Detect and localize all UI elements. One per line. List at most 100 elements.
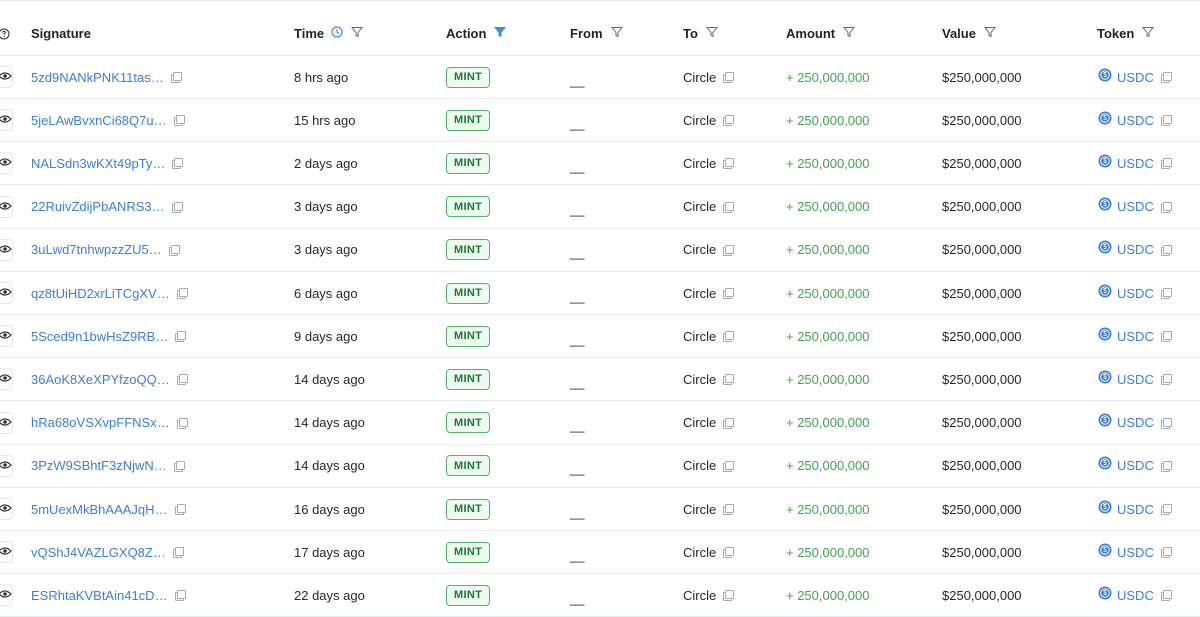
view-details-button[interactable] bbox=[0, 325, 13, 348]
copy-signature-icon[interactable] bbox=[172, 547, 184, 559]
view-details-button[interactable] bbox=[0, 282, 13, 304]
from-filter-icon[interactable] bbox=[610, 25, 623, 43]
time-filter-icon[interactable] bbox=[351, 25, 364, 43]
token-filter-icon[interactable] bbox=[1142, 25, 1155, 43]
action-filter-icon-active[interactable] bbox=[494, 25, 507, 43]
copy-signature-icon[interactable] bbox=[168, 244, 180, 256]
signature-link[interactable]: 36AoK8XeXPYfzoQQ… bbox=[31, 372, 170, 387]
view-details-button[interactable] bbox=[0, 152, 13, 175]
view-details-button[interactable] bbox=[0, 109, 13, 132]
value-filter-icon[interactable] bbox=[983, 25, 997, 43]
copy-signature-icon[interactable] bbox=[174, 590, 186, 602]
to-text[interactable]: Circle bbox=[683, 156, 716, 171]
copy-to-icon[interactable] bbox=[723, 460, 735, 472]
copy-token-icon[interactable] bbox=[1160, 417, 1172, 429]
copy-signature-icon[interactable] bbox=[171, 201, 183, 213]
help-icon[interactable] bbox=[0, 12, 10, 55]
copy-token-icon[interactable] bbox=[1160, 331, 1172, 343]
view-details-button[interactable] bbox=[0, 368, 13, 391]
clock-icon[interactable] bbox=[331, 25, 343, 43]
copy-token-icon[interactable] bbox=[1160, 244, 1172, 256]
copy-token-icon[interactable] bbox=[1160, 504, 1172, 515]
copy-to-icon[interactable] bbox=[723, 72, 735, 83]
signature-link[interactable]: 5zd9NANkPNK11tas… bbox=[31, 70, 164, 85]
copy-signature-icon[interactable] bbox=[172, 158, 184, 170]
copy-token-icon[interactable] bbox=[1160, 288, 1172, 299]
copy-to-icon[interactable] bbox=[723, 504, 735, 515]
signature-link[interactable]: qz8tUiHD2xrLiTCgXV… bbox=[31, 286, 170, 301]
copy-token-icon[interactable] bbox=[1160, 72, 1172, 83]
token-link[interactable]: USDC bbox=[1117, 286, 1154, 301]
token-link[interactable]: USDC bbox=[1117, 199, 1154, 214]
view-details-button[interactable] bbox=[0, 66, 13, 88]
token-link[interactable]: USDC bbox=[1117, 588, 1154, 603]
copy-signature-icon[interactable] bbox=[176, 288, 188, 299]
copy-token-icon[interactable] bbox=[1160, 201, 1172, 213]
to-text[interactable]: Circle bbox=[683, 286, 716, 301]
view-details-button[interactable] bbox=[0, 498, 13, 520]
copy-to-icon[interactable] bbox=[723, 417, 735, 429]
to-text[interactable]: Circle bbox=[683, 70, 716, 85]
token-link[interactable]: USDC bbox=[1117, 156, 1154, 171]
token-link[interactable]: USDC bbox=[1117, 545, 1154, 560]
token-link[interactable]: USDC bbox=[1117, 372, 1154, 387]
copy-to-icon[interactable] bbox=[723, 115, 735, 127]
view-details-button[interactable] bbox=[0, 584, 13, 607]
copy-to-icon[interactable] bbox=[723, 244, 735, 256]
copy-to-icon[interactable] bbox=[723, 331, 735, 343]
to-text[interactable]: Circle bbox=[683, 545, 716, 560]
copy-signature-icon[interactable] bbox=[170, 72, 182, 83]
signature-link[interactable]: 3PzW9SBhtF3zNjwN… bbox=[31, 458, 167, 473]
copy-token-icon[interactable] bbox=[1160, 374, 1172, 386]
copy-to-icon[interactable] bbox=[723, 288, 735, 299]
signature-link[interactable]: ESRhtaKVBtAin41cD… bbox=[31, 588, 168, 603]
signature-link[interactable]: 5mUexMkBhAAAJqH… bbox=[31, 502, 168, 517]
copy-signature-icon[interactable] bbox=[174, 504, 186, 515]
to-text[interactable]: Circle bbox=[683, 372, 716, 387]
to-filter-icon[interactable] bbox=[705, 25, 718, 43]
copy-token-icon[interactable] bbox=[1160, 115, 1172, 127]
token-link[interactable]: USDC bbox=[1117, 242, 1154, 257]
to-text[interactable]: Circle bbox=[683, 113, 716, 128]
copy-signature-icon[interactable] bbox=[173, 115, 185, 127]
view-details-button[interactable] bbox=[0, 541, 13, 564]
view-details-button[interactable] bbox=[0, 195, 13, 218]
token-link[interactable]: USDC bbox=[1117, 70, 1154, 85]
copy-to-icon[interactable] bbox=[723, 201, 735, 213]
token-link[interactable]: USDC bbox=[1117, 415, 1154, 430]
signature-link[interactable]: vQShJ4VAZLGXQ8Z… bbox=[31, 545, 166, 560]
copy-signature-icon[interactable] bbox=[176, 374, 188, 386]
token-link[interactable]: USDC bbox=[1117, 113, 1154, 128]
token-link[interactable]: USDC bbox=[1117, 329, 1154, 344]
view-details-button[interactable] bbox=[0, 238, 13, 261]
signature-link[interactable]: 5jeLAwBvxnCi68Q7u… bbox=[31, 113, 167, 128]
signature-link[interactable]: 22RuivZdijPbANRS3… bbox=[31, 199, 165, 214]
token-link[interactable]: USDC bbox=[1117, 502, 1154, 517]
copy-token-icon[interactable] bbox=[1160, 547, 1172, 559]
copy-token-icon[interactable] bbox=[1160, 460, 1172, 472]
copy-to-icon[interactable] bbox=[723, 547, 735, 559]
to-text[interactable]: Circle bbox=[683, 588, 716, 603]
signature-link[interactable]: NALSdn3wKXt49pTy… bbox=[31, 156, 165, 171]
signature-link[interactable]: hRa68oVSXvpFFNSx… bbox=[31, 415, 170, 430]
signature-link[interactable]: 5Sced9n1bwHsZ9RB… bbox=[31, 329, 168, 344]
copy-signature-icon[interactable] bbox=[173, 460, 185, 472]
view-details-button[interactable] bbox=[0, 454, 13, 477]
amount-filter-icon[interactable] bbox=[843, 25, 856, 43]
to-text[interactable]: Circle bbox=[683, 458, 716, 473]
view-details-button[interactable] bbox=[0, 411, 13, 434]
to-text[interactable]: Circle bbox=[683, 502, 716, 517]
to-text[interactable]: Circle bbox=[683, 199, 716, 214]
copy-signature-icon[interactable] bbox=[176, 417, 188, 429]
to-text[interactable]: Circle bbox=[683, 415, 716, 430]
copy-token-icon[interactable] bbox=[1160, 158, 1172, 170]
copy-to-icon[interactable] bbox=[723, 374, 735, 386]
token-link[interactable]: USDC bbox=[1117, 458, 1154, 473]
copy-to-icon[interactable] bbox=[723, 158, 735, 170]
signature-link[interactable]: 3uLwd7tnhwpzzZU5… bbox=[31, 242, 162, 257]
to-text[interactable]: Circle bbox=[683, 242, 716, 257]
copy-token-icon[interactable] bbox=[1160, 590, 1172, 602]
to-text[interactable]: Circle bbox=[683, 329, 716, 344]
copy-to-icon[interactable] bbox=[723, 590, 735, 602]
copy-signature-icon[interactable] bbox=[175, 331, 187, 343]
